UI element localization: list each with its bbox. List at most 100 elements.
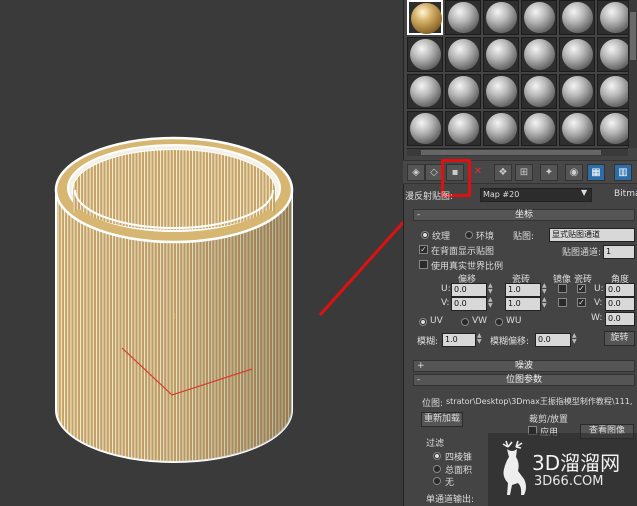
- cylinder-object[interactable]: [0, 0, 403, 506]
- blur-offset-field[interactable]: 0.0: [535, 333, 571, 347]
- make-unique-button[interactable]: ⊞: [515, 164, 533, 181]
- uv-radio[interactable]: [419, 318, 427, 326]
- spinner-icon[interactable]: ▲ ▼: [572, 333, 577, 345]
- slots-horizontal-scrollbar[interactable]: [407, 148, 628, 156]
- v-tiling-field[interactable]: 1.0: [505, 297, 541, 311]
- material-sphere-icon: [562, 39, 593, 70]
- material-sphere-icon: [448, 113, 479, 144]
- sample-slot-5[interactable]: [559, 0, 595, 35]
- texture-radio[interactable]: [421, 231, 429, 239]
- spinner-icon[interactable]: ▲ ▼: [542, 283, 547, 295]
- u-tile-checkbox[interactable]: ✓: [577, 284, 586, 293]
- bitmap-params-rollout-header[interactable]: - 位图参数: [413, 374, 635, 386]
- sample-slot-17[interactable]: [559, 74, 595, 109]
- u-label: U:: [441, 284, 451, 294]
- v-offset-field[interactable]: 0.0: [451, 297, 487, 311]
- blur-field[interactable]: 1.0: [442, 333, 476, 347]
- v-mirror-checkbox[interactable]: [558, 298, 567, 307]
- material-id-button[interactable]: ◉: [565, 164, 583, 181]
- vw-label: VW: [472, 316, 488, 326]
- w-angle-label: W:: [591, 313, 603, 323]
- mapping-dropdown[interactable]: 显式贴图通道: [549, 228, 635, 242]
- scrollbar-thumb[interactable]: [630, 12, 636, 60]
- sample-slot-23[interactable]: [559, 111, 595, 146]
- material-sphere-icon: [410, 76, 441, 107]
- sample-slot-14[interactable]: [445, 74, 481, 109]
- filter-none-radio[interactable]: [433, 477, 441, 485]
- material-sphere-icon: [411, 3, 442, 34]
- sample-slot-13[interactable]: [407, 74, 443, 109]
- rotate-button[interactable]: 旋转: [604, 331, 635, 346]
- map-channel-label: 贴图通道:: [562, 248, 602, 258]
- sample-slot-11[interactable]: [559, 37, 595, 72]
- material-sphere-icon: [524, 76, 555, 107]
- delete-icon[interactable]: ✕: [469, 164, 487, 181]
- sample-slot-2[interactable]: [445, 0, 481, 35]
- perspective-viewport[interactable]: [0, 0, 403, 506]
- material-sphere-icon: [562, 113, 593, 144]
- map-type-label: 漫反射贴图:: [405, 192, 454, 202]
- spinner-icon[interactable]: ▲ ▼: [542, 297, 547, 309]
- material-sphere-icon: [448, 39, 479, 70]
- sample-slot-22[interactable]: [521, 111, 557, 146]
- u-angle-field[interactable]: 0.0: [605, 283, 635, 297]
- watermark-domain: 3D66.COM: [534, 474, 604, 489]
- sample-slot-16[interactable]: [521, 74, 557, 109]
- site-watermark: 3D溜溜网 3D66.COM: [488, 433, 637, 506]
- summed-area-radio[interactable]: [433, 465, 441, 473]
- scrollbar-thumb[interactable]: [421, 150, 601, 155]
- sample-slot-10[interactable]: [521, 37, 557, 72]
- sample-slot-8[interactable]: [445, 37, 481, 72]
- material-sphere-icon: [600, 113, 631, 144]
- sample-slot-15[interactable]: [483, 74, 519, 109]
- material-sphere-icon: [448, 76, 479, 107]
- sample-slot-3[interactable]: [483, 0, 519, 35]
- sample-slot-1[interactable]: [407, 0, 443, 35]
- sample-slot-4[interactable]: [521, 0, 557, 35]
- environ-radio[interactable]: [465, 231, 473, 239]
- copy-material-button[interactable]: ❖: [494, 164, 512, 181]
- sample-slot-21[interactable]: [483, 111, 519, 146]
- w-angle-field[interactable]: 0.0: [605, 312, 635, 326]
- material-sphere-icon: [486, 76, 517, 107]
- material-sphere-icon: [562, 2, 593, 33]
- v-tile-checkbox[interactable]: ✓: [577, 298, 586, 307]
- pyramidal-radio[interactable]: [433, 452, 441, 460]
- show-map-in-viewport-button[interactable]: ▦: [587, 164, 605, 181]
- u-offset-field[interactable]: 0.0: [451, 283, 487, 297]
- u-tiling-field[interactable]: 1.0: [505, 283, 541, 297]
- blur-label: 模糊:: [417, 337, 439, 347]
- map-channel-field[interactable]: 1: [603, 245, 635, 259]
- map-type-button[interactable]: Bitmap: [614, 189, 637, 199]
- v-angle-field[interactable]: 0.0: [605, 297, 635, 311]
- sample-slot-20[interactable]: [445, 111, 481, 146]
- spinner-icon[interactable]: ▲ ▼: [488, 283, 493, 295]
- put-to-library-button[interactable]: ✦: [540, 164, 558, 181]
- wu-radio[interactable]: [495, 318, 503, 326]
- sample-slot-9[interactable]: [483, 37, 519, 72]
- show-end-result-button[interactable]: ▥: [614, 164, 632, 181]
- material-sphere-icon: [410, 113, 441, 144]
- u-mirror-checkbox[interactable]: [558, 284, 567, 293]
- material-sphere-icon: [524, 39, 555, 70]
- get-material-button[interactable]: ◈: [407, 164, 425, 181]
- spinner-icon[interactable]: ▲ ▼: [477, 333, 482, 345]
- vw-radio[interactable]: [461, 318, 469, 326]
- slots-vertical-scrollbar[interactable]: [628, 0, 637, 148]
- pyramidal-label: 四棱锥: [445, 453, 473, 463]
- dropdown-arrow-icon[interactable]: ▼: [581, 188, 587, 197]
- noise-rollout-header[interactable]: + 噪波: [413, 360, 635, 372]
- bitmap-path-button[interactable]: strator\Desktop\3Dmax王振指模型制作教程\111,: [446, 396, 635, 407]
- real-world-scale-checkbox[interactable]: [419, 260, 428, 269]
- reload-button[interactable]: 重新加载: [421, 412, 463, 427]
- map-name-field[interactable]: Map #20: [480, 188, 592, 202]
- coordinates-rollout-header[interactable]: - 坐标: [413, 209, 635, 221]
- sample-slot-7[interactable]: [407, 37, 443, 72]
- spinner-icon[interactable]: ▲ ▼: [488, 297, 493, 309]
- u-angle-label: U:: [594, 284, 604, 294]
- texture-label: 纹理: [432, 232, 451, 242]
- sample-slot-19[interactable]: [407, 111, 443, 146]
- material-sphere-icon: [600, 39, 631, 70]
- material-sphere-icon: [410, 39, 441, 70]
- show-map-on-back-checkbox[interactable]: ✓: [419, 245, 428, 254]
